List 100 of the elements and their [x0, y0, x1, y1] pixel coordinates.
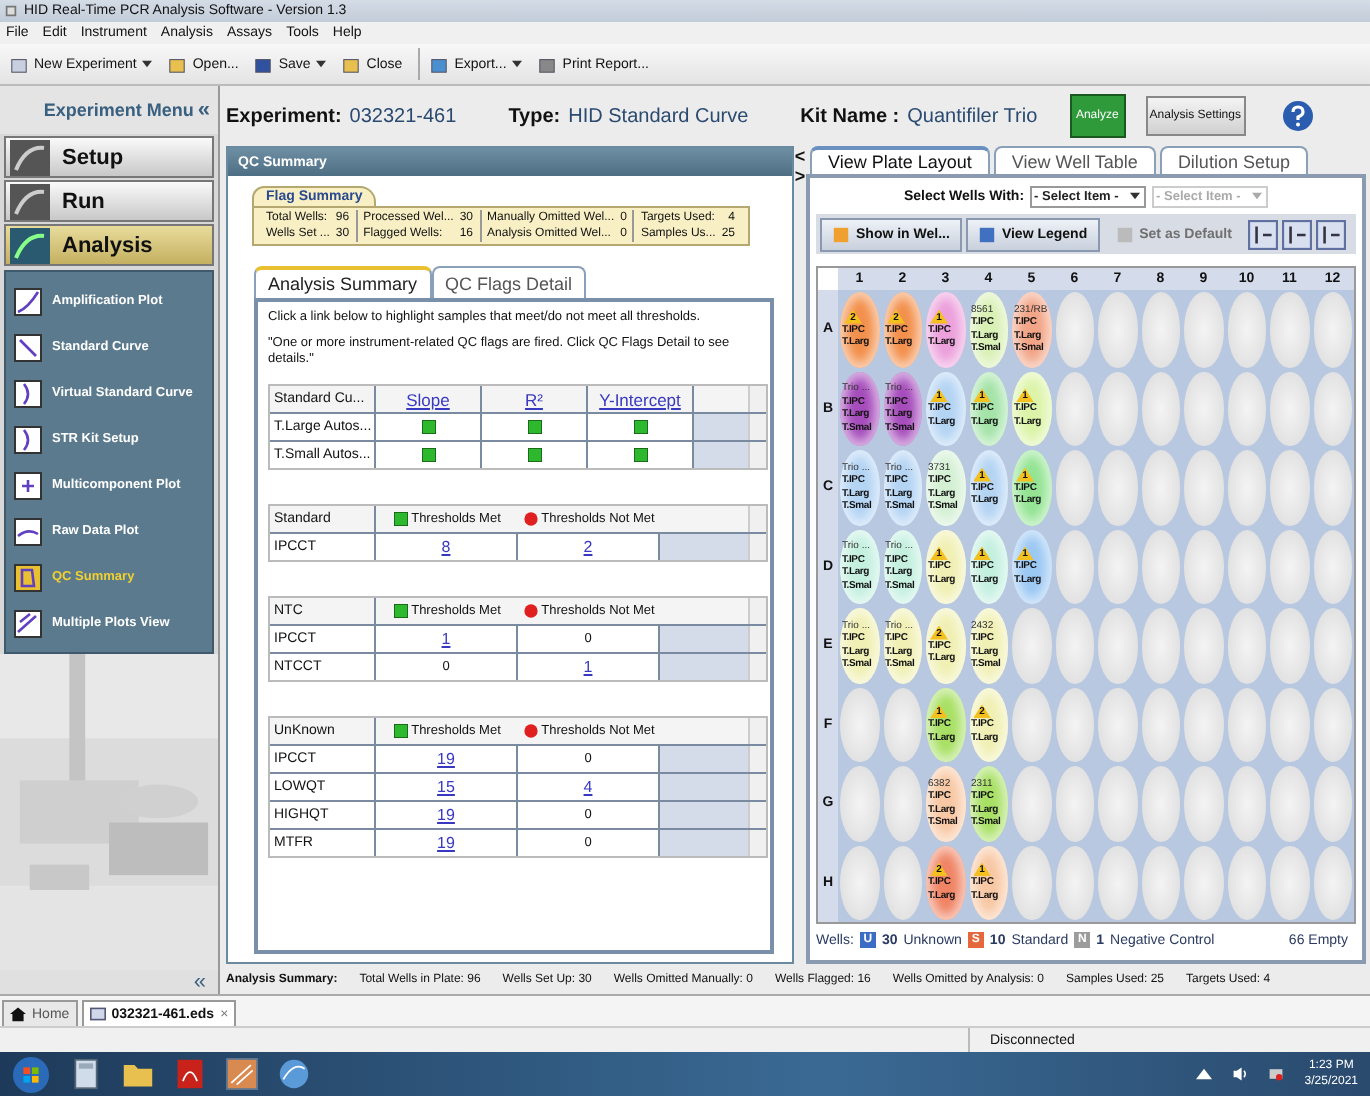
- empty-well[interactable]: [1227, 608, 1266, 683]
- count-link[interactable]: 1: [441, 630, 451, 648]
- scroll-bar[interactable]: [748, 386, 766, 412]
- empty-well[interactable]: [1313, 371, 1352, 446]
- empty-well[interactable]: [1141, 371, 1180, 446]
- pdf-icon[interactable]: [174, 1058, 206, 1090]
- tab[interactable]: QC Flags Detail: [431, 266, 587, 298]
- empty-well[interactable]: [1098, 529, 1137, 604]
- empty-well[interactable]: [1270, 608, 1309, 683]
- empty-well[interactable]: [1313, 687, 1352, 762]
- empty-well[interactable]: [1141, 766, 1180, 841]
- scroll-bar[interactable]: [748, 802, 766, 828]
- empty-well[interactable]: [840, 687, 879, 762]
- empty-well[interactable]: [1227, 371, 1266, 446]
- column-header-link[interactable]: R²: [482, 386, 588, 412]
- zoom-tool-icon[interactable]: [1247, 219, 1278, 249]
- count-link[interactable]: 2: [583, 538, 593, 556]
- scroll-bar[interactable]: [748, 442, 766, 468]
- zoom-tool-icon[interactable]: [1281, 219, 1312, 249]
- empty-well[interactable]: [883, 845, 922, 920]
- empty-well[interactable]: [1055, 845, 1094, 920]
- scroll-bar[interactable]: [748, 506, 766, 532]
- empty-well[interactable]: [1184, 450, 1223, 525]
- empty-well[interactable]: [1098, 845, 1137, 920]
- tab[interactable]: View Well Table: [993, 146, 1156, 174]
- empty-well[interactable]: [1012, 608, 1051, 683]
- zoom-tool-icon[interactable]: [1315, 219, 1346, 249]
- count-link[interactable]: 8: [441, 538, 451, 556]
- empty-well[interactable]: [1270, 845, 1309, 920]
- scroll-bar[interactable]: [748, 598, 766, 624]
- scroll-bar[interactable]: [748, 746, 766, 772]
- calculator-icon[interactable]: [70, 1058, 102, 1090]
- empty-well[interactable]: [1141, 687, 1180, 762]
- start-button[interactable]: [12, 1055, 50, 1093]
- count-link[interactable]: 4: [583, 778, 593, 796]
- scroll-bar[interactable]: [748, 654, 766, 680]
- empty-well[interactable]: [883, 766, 922, 841]
- column-header-link[interactable]: Y-Intercept: [588, 386, 694, 412]
- empty-well[interactable]: [1098, 450, 1137, 525]
- empty-well[interactable]: [1184, 845, 1223, 920]
- empty-well[interactable]: [1012, 687, 1051, 762]
- count-link[interactable]: 19: [437, 806, 455, 824]
- empty-well[interactable]: [1184, 529, 1223, 604]
- scroll-bar[interactable]: [748, 414, 766, 440]
- empty-well[interactable]: [1227, 766, 1266, 841]
- empty-well[interactable]: [1313, 450, 1352, 525]
- tab[interactable]: Dilution Setup: [1159, 146, 1308, 174]
- scroll-bar[interactable]: [748, 626, 766, 652]
- browser-icon[interactable]: [278, 1058, 310, 1090]
- collapse-button[interactable]: «: [0, 970, 218, 994]
- empty-well[interactable]: [1184, 687, 1223, 762]
- splitter-arrow[interactable]: <: [794, 146, 806, 166]
- empty-well[interactable]: [1141, 450, 1180, 525]
- count-link[interactable]: 19: [437, 834, 455, 852]
- tab[interactable]: Analysis Summary: [254, 266, 432, 298]
- nav-section[interactable]: Setup: [4, 136, 214, 178]
- empty-well[interactable]: [1055, 529, 1094, 604]
- empty-well[interactable]: [1055, 687, 1094, 762]
- empty-well[interactable]: [1227, 450, 1266, 525]
- empty-well[interactable]: [1313, 608, 1352, 683]
- empty-well[interactable]: [1012, 766, 1051, 841]
- help-icon[interactable]: [1281, 100, 1314, 132]
- tray-arrow-icon[interactable]: [1196, 1066, 1213, 1082]
- empty-well[interactable]: [1184, 371, 1223, 446]
- collapse-button[interactable]: «: [197, 98, 210, 122]
- empty-well[interactable]: [1184, 608, 1223, 683]
- nav-section[interactable]: Run: [4, 180, 214, 222]
- empty-well[interactable]: [1313, 845, 1352, 920]
- scroll-bar[interactable]: [748, 774, 766, 800]
- empty-well[interactable]: [1055, 766, 1094, 841]
- empty-well[interactable]: [1098, 766, 1137, 841]
- empty-well[interactable]: [1098, 608, 1137, 683]
- scroll-bar[interactable]: [748, 830, 766, 856]
- empty-well[interactable]: [1227, 529, 1266, 604]
- column-header-link[interactable]: Slope: [376, 386, 482, 412]
- empty-well[interactable]: [1270, 529, 1309, 604]
- empty-well[interactable]: [840, 766, 879, 841]
- empty-well[interactable]: [1270, 766, 1309, 841]
- empty-well[interactable]: [1055, 450, 1094, 525]
- empty-well[interactable]: [883, 687, 922, 762]
- tab[interactable]: View Plate Layout: [810, 146, 990, 174]
- empty-well[interactable]: [1270, 371, 1309, 446]
- empty-well[interactable]: [1098, 687, 1137, 762]
- network-icon[interactable]: [1268, 1066, 1285, 1082]
- splitter-arrow[interactable]: >: [794, 166, 806, 186]
- empty-well[interactable]: [1227, 687, 1266, 762]
- nav-section[interactable]: Analysis: [4, 224, 214, 266]
- empty-well[interactable]: [1270, 450, 1309, 525]
- empty-well[interactable]: [1141, 608, 1180, 683]
- empty-well[interactable]: [1098, 371, 1137, 446]
- empty-well[interactable]: [1141, 529, 1180, 604]
- empty-well[interactable]: [1184, 766, 1223, 841]
- empty-well[interactable]: [1270, 687, 1309, 762]
- empty-well[interactable]: [1012, 845, 1051, 920]
- app-icon[interactable]: [226, 1058, 258, 1090]
- count-link[interactable]: 19: [437, 750, 455, 768]
- empty-well[interactable]: [1313, 766, 1352, 841]
- empty-well[interactable]: [840, 845, 879, 920]
- speaker-icon[interactable]: [1232, 1066, 1249, 1082]
- scroll-bar[interactable]: [748, 534, 766, 560]
